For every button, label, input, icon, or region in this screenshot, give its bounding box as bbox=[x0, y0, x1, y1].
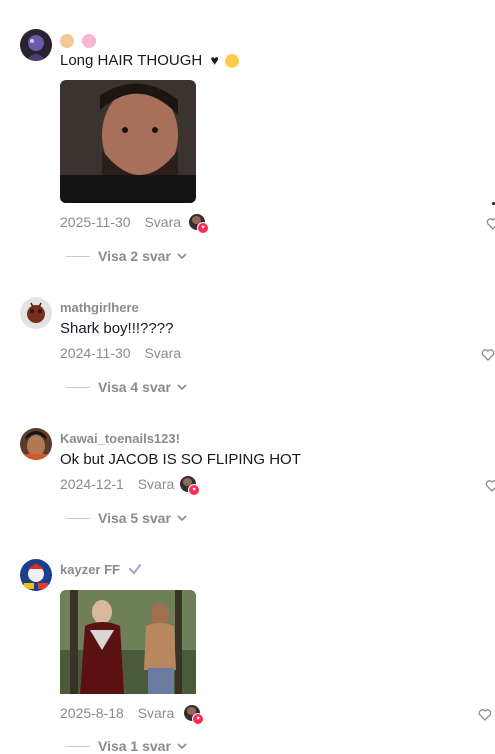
heart-icon: ♥ bbox=[188, 484, 200, 496]
comment-text: Long HAIR THOUGH ♥ bbox=[60, 52, 243, 69]
comment-media-image[interactable] bbox=[60, 590, 196, 713]
divider-line bbox=[66, 386, 90, 388]
user-badges bbox=[60, 32, 100, 50]
comment-date: 2025-11-30 bbox=[60, 214, 131, 230]
baby-face-icon bbox=[60, 33, 74, 48]
creator-liked-badge: ♥ bbox=[180, 476, 200, 496]
divider-line bbox=[66, 255, 90, 257]
view-replies-button[interactable]: Visa 4 svar bbox=[66, 379, 187, 395]
like-heart-icon[interactable] bbox=[486, 217, 495, 231]
tongue-face-icon bbox=[224, 54, 239, 69]
comment-date: 2024-11-30 bbox=[60, 345, 131, 361]
view-replies-button[interactable]: Visa 5 svar bbox=[66, 510, 187, 526]
comment-media-image[interactable] bbox=[60, 80, 196, 203]
creator-liked-badge: ♥ bbox=[184, 705, 204, 725]
reply-button[interactable]: Svara bbox=[144, 214, 181, 230]
reply-button[interactable]: Svara bbox=[138, 705, 175, 721]
reply-button[interactable]: Svara bbox=[138, 476, 175, 492]
comment-meta: 2024-12-1 Svara bbox=[60, 476, 174, 492]
heart-icon: ♥ bbox=[197, 222, 209, 234]
chevron-down-icon bbox=[177, 743, 187, 750]
like-heart-icon[interactable] bbox=[481, 348, 495, 362]
chevron-down-icon bbox=[177, 253, 187, 260]
username[interactable]: mathgirlhere bbox=[60, 300, 139, 315]
comment-text: Ok but JACOB IS SO FLIPING HOT bbox=[60, 451, 301, 468]
chevron-down-icon bbox=[177, 515, 187, 522]
like-heart-icon[interactable] bbox=[485, 479, 495, 493]
comment-date: 2025-8-18 bbox=[60, 705, 124, 721]
comment-meta: 2025-11-30 Svara bbox=[60, 214, 181, 230]
avatar[interactable] bbox=[20, 559, 52, 591]
heart-icon: ♥ bbox=[192, 713, 204, 725]
view-replies-button[interactable]: Visa 2 svar bbox=[66, 248, 187, 264]
reply-button[interactable]: Svara bbox=[144, 345, 181, 361]
kiss-lips-icon bbox=[82, 33, 97, 48]
comment-meta: 2024-11-30 Svara bbox=[60, 345, 181, 361]
chevron-down-icon bbox=[177, 384, 187, 391]
avatar[interactable] bbox=[20, 29, 52, 61]
comment-date: 2024-12-1 bbox=[60, 476, 124, 492]
like-heart-icon[interactable] bbox=[478, 708, 492, 722]
divider-line bbox=[66, 745, 90, 747]
comment-meta: 2025-8-18 Svara bbox=[60, 705, 174, 721]
black-heart-icon: ♥ bbox=[210, 52, 219, 68]
avatar[interactable] bbox=[20, 428, 52, 460]
comment-text: Shark boy!!!???? bbox=[60, 320, 174, 337]
creator-liked-badge: ♥ bbox=[189, 214, 209, 234]
username[interactable]: kayzer FF bbox=[60, 562, 142, 577]
username[interactable]: Kawai_toenails123! bbox=[60, 431, 180, 446]
checkmark-icon bbox=[128, 563, 141, 575]
avatar[interactable] bbox=[20, 297, 52, 329]
divider-line bbox=[66, 517, 90, 519]
